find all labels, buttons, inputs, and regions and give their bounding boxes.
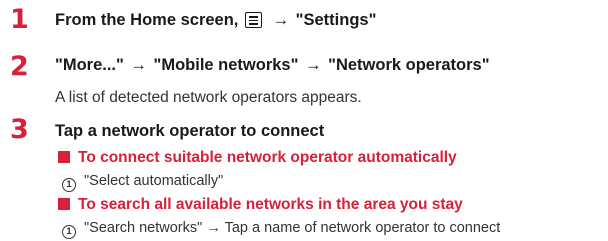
step-title-text: From the Home screen,	[55, 11, 239, 29]
menu-icon	[244, 12, 262, 28]
circled-number-icon: 1	[62, 225, 76, 239]
step-number: 3	[10, 114, 29, 145]
arrow-icon: →	[130, 56, 147, 74]
step-title: Tap a network operator to connect	[55, 122, 325, 140]
step-title-part: "Mobile networks"	[153, 56, 299, 74]
step-title-part: "Network operators"	[328, 56, 490, 74]
arrow-icon: →	[206, 220, 221, 236]
subsection-heading-text: To connect suitable network operator aut…	[78, 149, 457, 166]
step-title: "More..." → "Mobile networks" → "Network…	[55, 55, 490, 75]
subsection-heading-text: To search all available networks in the …	[78, 196, 463, 213]
circled-number-icon: 1	[62, 178, 76, 192]
step-number: 1	[10, 4, 29, 35]
arrow-icon: →	[305, 56, 322, 74]
subsection-item: 1 "Search networks" → Tap a name of netwo…	[62, 219, 500, 239]
step-title-part: "More..."	[55, 56, 124, 74]
step-title-target: "Settings"	[295, 11, 377, 29]
arrow-icon: →	[272, 11, 290, 29]
step-number: 2	[10, 51, 29, 82]
square-bullet-icon	[58, 198, 70, 210]
square-bullet-icon	[58, 151, 70, 163]
subsection-item: 1 "Select automatically"	[62, 172, 223, 192]
subsection-heading: To connect suitable network operator aut…	[58, 148, 457, 168]
subsection-item-text: Tap a name of network operator to connec…	[224, 220, 501, 236]
subsection-item-text: "Search networks"	[84, 220, 203, 236]
subsection-item-text: "Select automatically"	[84, 173, 224, 189]
subsection-heading: To search all available networks in the …	[58, 195, 463, 215]
step-description: A list of detected network operators app…	[55, 89, 362, 106]
step-title: From the Home screen, → "Settings"	[55, 10, 376, 30]
